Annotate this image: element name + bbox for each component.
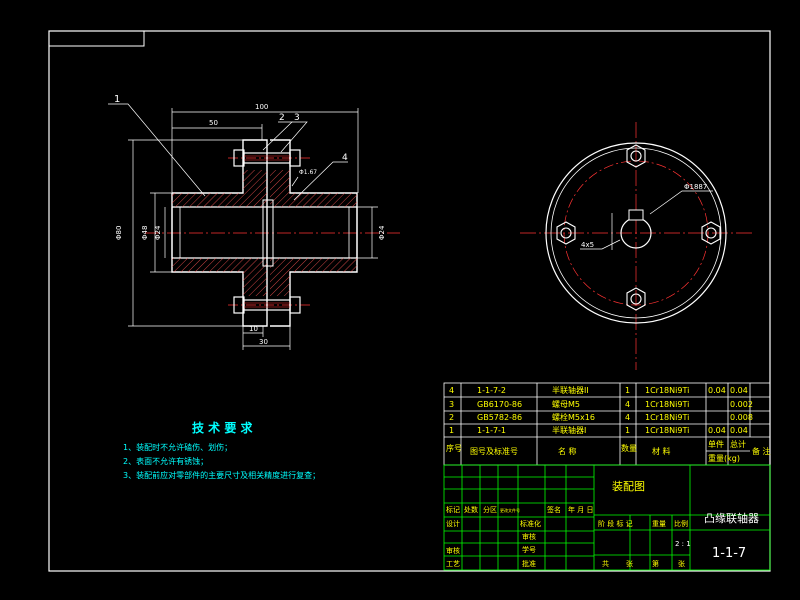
bom-h-code: 图号及标准号 [470,446,518,456]
part-label-3: 3 [294,113,300,123]
bom-cell-code: GB5782-86 [477,413,522,422]
rev-label-sign: 签名 [547,505,561,514]
rev-label-doc: 更改文件号 [500,507,520,513]
part-label-2: 2 [279,113,285,123]
stage-label: 阶 段 标 记 [598,519,633,528]
bom-h-material: 材 料 [652,446,671,456]
bom-cell-total_mass: 0.04 [730,386,748,395]
std-student-no: 学号 [522,545,536,554]
rev-label-date: 年 月 日 [568,505,593,514]
dim-bore-left: Φ24 [154,225,162,240]
dim-flange-thk: 10 [249,325,258,333]
bom-cell-total_mass: 0.04 [730,426,748,435]
drawing-type: 装配图 [612,480,645,493]
bom-h-mass: 重量(kg) [708,453,740,463]
bom-cell-qty: 1 [625,426,630,435]
dim-hub-dia: Φ48 [141,226,149,240]
dim-bore-right: Φ24 [378,225,386,240]
dim-keyway: 4x5 [581,241,594,249]
bom-cell-name: 半联轴器I [552,425,586,435]
bom-h-name: 名 称 [558,446,577,456]
dim-flange-dia: Φ80 [115,226,123,240]
bom-h-total: 总计 [730,439,746,449]
scale-value: 2 : 1 [675,540,691,548]
bom-h-no: 序号 [446,443,462,453]
side-view [520,122,752,370]
bom-cell-code: 1-1-7-1 [477,426,506,435]
bom-h-unit: 单件 [708,439,724,449]
bom-cell-unit_mass: 0.04 [708,426,726,435]
drawing-frame [48,30,771,572]
sheet-total-suffix: 张 [626,559,633,568]
bom-cell-qty: 4 [625,400,630,409]
dim-length-half: 50 [209,119,218,127]
bom-cell-total_mass: 0.002 [730,400,753,409]
tech-req-title: 技 术 要 求 [192,420,254,435]
std-review: 审核 [522,532,536,541]
corner-box [48,30,145,47]
bom-cell-material: 1Cr18Ni9Ti [645,400,689,409]
bom-cell-qty: 1 [625,386,630,395]
bom-cell-material: 1Cr18Ni9Ti [645,386,689,395]
bom-cell-name: 螺栓M5x16 [552,412,595,422]
role-review: 审核 [446,546,460,555]
drawing-no: 1-1-7 [712,546,746,561]
section-view [108,103,400,350]
bom-h-remark: 备 注 [752,446,771,456]
mass-label: 重量 [652,520,666,528]
bom-cell-code: 1-1-7-2 [477,386,506,395]
role-design: 设计 [446,519,460,528]
dim-bolt-circle: Φ1887 [684,183,707,191]
sheet-total-prefix: 共 [602,559,609,568]
bom-cell-no: 1 [449,426,454,435]
cad-drawing: 1 2 3 4 100 50 Φ1.67 10 30 Φ80 Φ48 Φ24 Φ… [48,30,771,572]
approve-label: 批准 [522,559,536,568]
bom-cell-material: 1Cr18Ni9Ti [645,426,689,435]
bom-cell-qty: 4 [625,413,630,422]
bom-cell-no: 3 [449,400,454,409]
bom-cell-name: 半联轴器II [552,385,589,395]
dim-fit: Φ1.67 [299,169,317,176]
bom-rows: 4 1-1-7-2 半联轴器II 1 1Cr18Ni9Ti 0.04 0.04 3 GB6170… [449,385,753,435]
product-name: 凸缘联轴器 [704,511,759,525]
bom-cell-name: 螺母M5 [552,399,580,409]
dim-length-total: 100 [255,103,268,111]
bom-cell-no: 4 [449,386,454,395]
sheet-no-prefix: 第 [652,559,659,568]
std-label: 标准化 [520,519,541,528]
bom-cell-no: 2 [449,413,454,422]
bom-h-qty: 数量 [621,443,637,453]
tech-req-item-1: 1、装配时不允许磕伤、划伤； [123,442,232,452]
scale-label: 比例 [674,519,688,528]
bom-cell-code: GB6170-86 [477,400,522,409]
rev-label-count: 处数 [464,505,478,514]
role-process: 工艺 [446,560,460,568]
bom-cell-total_mass: 0.008 [730,413,753,422]
rev-label-mark: 标记 [446,505,460,514]
part-label-1: 1 [114,94,120,105]
tech-req-item-3: 3、装配前应对零部件的主要尺寸及相关精度进行复查； [123,470,320,480]
bom-cell-unit_mass: 0.04 [708,386,726,395]
tech-req-item-2: 2、表面不允许有锈蚀； [123,456,208,466]
dim-flange-width: 30 [259,338,268,346]
bom-cell-material: 1Cr18Ni9Ti [645,413,689,422]
rev-label-zone: 分区 [483,505,497,514]
sheet-no-suffix: 张 [678,559,685,568]
part-label-4: 4 [342,153,348,163]
